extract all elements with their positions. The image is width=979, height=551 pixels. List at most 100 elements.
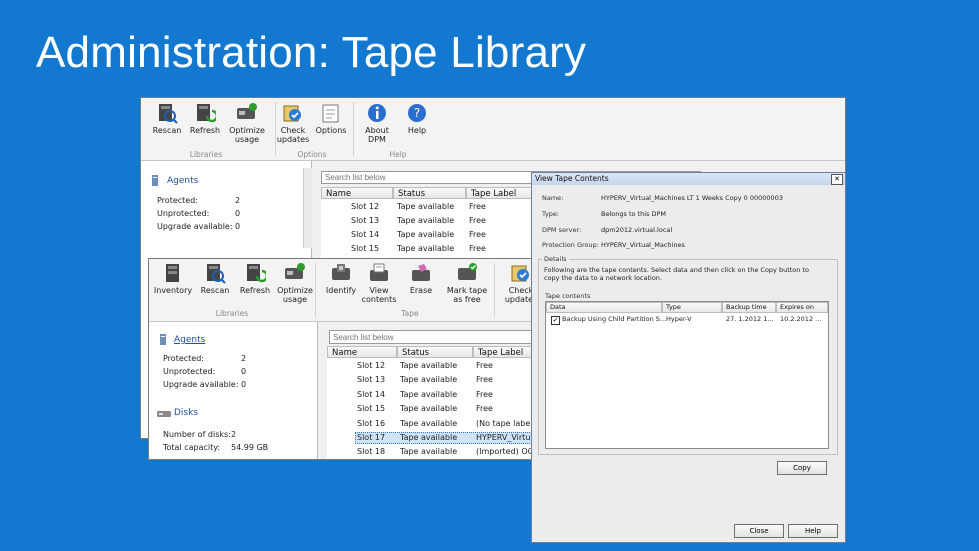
table-row-status: Tape available	[397, 230, 455, 239]
nav-value: 54.99 GB	[231, 443, 269, 452]
close-icon[interactable]: ✕	[831, 174, 843, 185]
front-ribbon: Inventory Rescan Refresh Optimize usage …	[149, 259, 532, 322]
table-row-expires: 10.2.2012 ...	[780, 315, 822, 323]
column-header-data[interactable]: Data	[546, 302, 662, 313]
field-value: HYPERV_Virtual_Machines	[601, 241, 685, 249]
agents-icon	[160, 334, 166, 345]
back-check-updates-label: Check updates	[276, 126, 310, 144]
back-optimize-label: Optimize usage	[229, 126, 265, 144]
column-header-label[interactable]: Tape Label	[473, 346, 532, 358]
back-agents-header[interactable]: Agents	[167, 176, 198, 186]
table-row-name[interactable]: Slot 18	[357, 447, 385, 456]
rescan-icon	[207, 264, 226, 284]
disks-header[interactable]: Disks	[174, 408, 198, 418]
table-row-backup-time: 27. 1.2012 1...	[726, 315, 774, 323]
table-row-status: Tape available	[400, 390, 458, 399]
ribbon-separator	[275, 102, 276, 156]
back-group-options: Options	[297, 150, 327, 159]
table-row-name[interactable]: Slot 12	[357, 361, 385, 370]
back-about-label: About DPM	[365, 126, 389, 144]
table-row-name[interactable]: Slot 12	[351, 202, 379, 211]
back-help-label: Help	[407, 126, 427, 135]
mark-free-button[interactable]: Mark tape as free	[445, 262, 489, 304]
field-label: DPM server:	[542, 226, 582, 234]
column-header-status[interactable]: Status	[397, 346, 473, 358]
close-button[interactable]: Close	[734, 524, 784, 538]
nav-label: Upgrade available:	[163, 380, 239, 389]
field-value: Belongs to this DPM	[601, 210, 666, 218]
nav-value: 0	[235, 209, 241, 218]
nav-label: Protected:	[157, 196, 198, 205]
front-refresh-button[interactable]: Refresh	[233, 262, 277, 295]
table-row-name[interactable]: Slot 14	[357, 390, 385, 399]
front-rescan-button[interactable]: Rescan	[193, 262, 237, 295]
table-row-name[interactable]: Slot 17	[357, 433, 385, 442]
slide-title: Administration: Tape Library	[36, 28, 587, 77]
tape-contents-label: Tape contents	[545, 292, 591, 300]
table-row-name[interactable]: Slot 16	[357, 419, 385, 428]
refresh-icon	[247, 264, 266, 283]
column-header-name[interactable]: Name	[321, 187, 393, 199]
svg-text:?: ?	[414, 106, 420, 120]
table-row-label: Free	[469, 244, 486, 253]
table-row-data[interactable]: Backup Using Child Partition S...	[562, 315, 666, 323]
nav-label: Upgrade available:	[157, 222, 233, 231]
inventory-icon	[166, 264, 179, 282]
column-header-backup-time[interactable]: Backup time	[722, 302, 776, 313]
back-refresh-button[interactable]: Refresh	[183, 102, 227, 135]
column-header-expires[interactable]: Expires on	[776, 302, 828, 313]
back-about-button[interactable]: About DPM	[355, 102, 399, 144]
details-text: Following are the tape contents. Select …	[544, 266, 809, 282]
table-row-label: (Imported) OOF	[476, 447, 533, 456]
erase-button[interactable]: Erase	[399, 262, 443, 295]
front-tape-grid: Name Status Tape Label Slot 12 Tape avai…	[327, 346, 532, 459]
table-row-status: Tape available	[400, 361, 458, 370]
column-header-label[interactable]: Tape Label	[466, 187, 536, 199]
table-row-name[interactable]: Slot 13	[357, 375, 385, 384]
back-options-label: Options	[315, 126, 347, 135]
column-header-status[interactable]: Status	[393, 187, 466, 199]
front-optimize-button[interactable]: Optimize usage	[273, 262, 317, 304]
back-nav-scrollbar[interactable]	[303, 168, 312, 248]
front-nav-pane: Agents Protected: 2 Unprotected: 0 Upgra…	[149, 322, 318, 459]
help-icon: ?	[408, 104, 426, 122]
back-optimize-button[interactable]: Optimize usage	[225, 102, 269, 144]
details-legend: Details	[542, 255, 569, 263]
inventory-button[interactable]: Inventory	[151, 262, 195, 295]
table-row-name[interactable]: Slot 13	[351, 216, 379, 225]
front-search-input[interactable]	[329, 330, 532, 344]
table-row-name[interactable]: Slot 14	[351, 230, 379, 239]
identify-icon	[332, 264, 350, 280]
back-help-button[interactable]: ? Help	[395, 102, 439, 135]
view-contents-button[interactable]: View contents	[357, 262, 401, 304]
front-agents-header[interactable]: Agents	[174, 335, 205, 345]
copy-button[interactable]: Copy	[777, 461, 827, 475]
table-row-type: Hyper-V	[666, 315, 692, 323]
table-row-status: Tape available	[400, 447, 458, 456]
table-row-name[interactable]: Slot 15	[357, 404, 385, 413]
nav-label: Unprotected:	[163, 367, 216, 376]
front-check-updates-label: Check updates	[504, 286, 533, 304]
table-row-name[interactable]: Slot 15	[351, 244, 379, 253]
front-refresh-label: Refresh	[239, 286, 271, 295]
table-row-status: Tape available	[397, 216, 455, 225]
front-optimize-label: Optimize usage	[277, 286, 313, 304]
nav-value: 0	[235, 222, 241, 231]
front-group-tape: Tape	[401, 309, 419, 318]
front-rescan-label: Rescan	[200, 286, 230, 295]
nav-label: Total capacity:	[163, 443, 221, 452]
back-options-button[interactable]: Options	[309, 102, 353, 135]
table-row-label: Free	[476, 361, 493, 370]
table-row-label: (No tape label	[476, 419, 533, 428]
mark-free-label: Mark tape as free	[446, 286, 488, 304]
field-value: HYPERV_Virtual_Machines LT 1 Weeks Copy …	[601, 194, 783, 202]
row-checkbox[interactable]: ✓	[551, 316, 560, 325]
column-header-name[interactable]: Name	[327, 346, 397, 358]
column-header-type[interactable]: Type	[662, 302, 722, 313]
table-row-label: Free	[469, 230, 486, 239]
front-check-updates-button[interactable]: Check updates	[499, 262, 533, 304]
dialog-title: View Tape Contents	[532, 173, 845, 185]
table-row-status: Tape available	[400, 419, 458, 428]
help-button[interactable]: Help	[788, 524, 838, 538]
identify-label: Identify	[325, 286, 357, 295]
